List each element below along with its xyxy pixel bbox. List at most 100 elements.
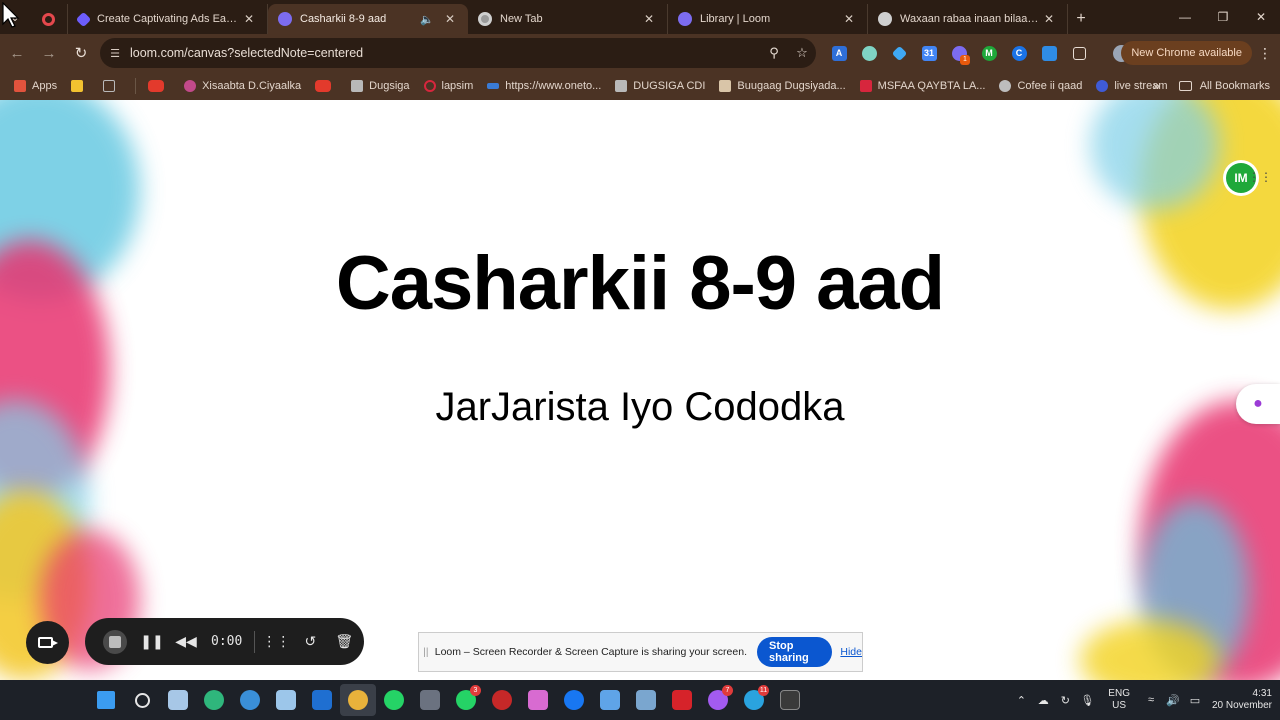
- close-window-icon[interactable]: ✕: [1242, 0, 1280, 34]
- translate-extension-icon[interactable]: A: [824, 38, 854, 68]
- bookmark-dugsiga[interactable]: Dugsiga: [351, 80, 410, 92]
- trash-icon[interactable]: 🗑: [329, 633, 359, 650]
- camera-toggle-button[interactable]: [26, 621, 69, 664]
- close-tab-icon[interactable]: ✕: [641, 12, 657, 26]
- chevron-up-icon[interactable]: ⌃: [1010, 694, 1032, 707]
- chatgpt-favicon-icon: [878, 12, 892, 26]
- puzzle-extensions-icon[interactable]: [1064, 38, 1094, 68]
- rewind-icon[interactable]: ◀◀: [171, 633, 201, 650]
- taskbar-app-whatsapp-2[interactable]: 3: [448, 684, 484, 716]
- minimize-icon[interactable]: —: [1166, 0, 1204, 34]
- close-tab-icon[interactable]: ✕: [241, 12, 257, 26]
- bookmark-dugsiga-cdi[interactable]: DUGSIGA CDI: [615, 80, 705, 92]
- zoom-icon[interactable]: ⚲: [760, 45, 788, 61]
- close-tab-icon[interactable]: ✕: [1041, 12, 1057, 26]
- taskbar-app-whatsapp[interactable]: [376, 684, 412, 716]
- bookmark-cofee[interactable]: Cofee ii qaad: [999, 80, 1082, 92]
- im-extension-icon[interactable]: M: [974, 38, 1004, 68]
- hide-banner-link[interactable]: Hide: [840, 646, 862, 658]
- stop-recording-button[interactable]: [103, 629, 127, 654]
- taskbar-app-terminal[interactable]: [772, 684, 808, 716]
- new-chrome-available-button[interactable]: New Chrome available: [1121, 41, 1252, 65]
- bookmark-oneto[interactable]: https://www.oneto...: [487, 80, 601, 92]
- openai-extension-icon[interactable]: [854, 38, 884, 68]
- drag-handle-icon[interactable]: ⋮⋮: [1248, 170, 1272, 184]
- cloud-icon[interactable]: ☁: [1032, 694, 1054, 707]
- slide-subtitle: JarJarista Iyo Cododka: [435, 385, 845, 429]
- bookmark-label: Apps: [32, 80, 58, 92]
- bookmark-youtube-2[interactable]: [315, 80, 337, 92]
- bookmark-xisaabta[interactable]: Xisaabta D.Ciyaalka: [184, 80, 301, 92]
- bookmark-star-icon[interactable]: ☆: [788, 45, 816, 61]
- gem-extension-icon[interactable]: [884, 38, 914, 68]
- taskbar-app-store[interactable]: [304, 684, 340, 716]
- bookmark-grid[interactable]: [103, 80, 121, 92]
- address-bar[interactable]: ☰ loom.com/canvas?selectedNote=centered …: [100, 38, 816, 68]
- slide-title: Casharkii 8-9 aad: [335, 241, 945, 326]
- battery-icon[interactable]: ▭: [1184, 694, 1206, 707]
- close-tab-icon[interactable]: ✕: [442, 12, 458, 26]
- stop-sharing-button[interactable]: Stop sharing: [757, 637, 833, 667]
- sharing-message: Loom – Screen Recorder & Screen Capture …: [434, 646, 747, 658]
- site-info-icon[interactable]: ☰: [100, 47, 130, 60]
- tab-waxaan[interactable]: Waxaan rabaa inaan bilaabo Ga ✕: [868, 4, 1068, 34]
- more-menu-icon[interactable]: ⋮: [1256, 41, 1274, 65]
- start-button[interactable]: [88, 684, 124, 716]
- drag-grid-icon[interactable]: ⋮⋮: [261, 633, 291, 650]
- language-indicator[interactable]: ENG US: [1108, 688, 1130, 712]
- bookmark-lapsim[interactable]: lapsim: [423, 80, 473, 92]
- close-tab-icon[interactable]: ✕: [841, 12, 857, 26]
- taskbar-app-edge[interactable]: [196, 684, 232, 716]
- taskbar-app-camera[interactable]: [412, 684, 448, 716]
- recording-timer: 0:00: [211, 634, 243, 649]
- reload-icon[interactable]: ↻: [66, 38, 96, 68]
- bookmark-folder-yellow[interactable]: [71, 80, 89, 92]
- tab-create-ads[interactable]: Create Captivating Ads Easily | I ✕: [68, 4, 268, 34]
- loom-extension-icon[interactable]: 1: [944, 38, 974, 68]
- copilot-icon: [528, 690, 548, 710]
- calendar-extension-icon[interactable]: 31: [914, 38, 944, 68]
- taskbar-app-recorder[interactable]: [484, 684, 520, 716]
- taskbar-app-telegram[interactable]: 11: [736, 684, 772, 716]
- bookmark-apps[interactable]: Apps: [14, 80, 57, 92]
- taskbar-app-acrobat[interactable]: [664, 684, 700, 716]
- taskbar-app-copilot[interactable]: [520, 684, 556, 716]
- search-button[interactable]: [124, 684, 160, 716]
- taskbar-app-facebook[interactable]: [556, 684, 592, 716]
- tab-casharkii[interactable]: Casharkii 8-9 aad 🔈 ✕: [268, 4, 468, 34]
- youtube-icon: [148, 80, 165, 92]
- sync-icon[interactable]: ↻: [1054, 694, 1076, 707]
- taskbar-app-notepad[interactable]: [592, 684, 628, 716]
- restore-icon[interactable]: ❐: [1204, 0, 1242, 34]
- taskbar-app-paint[interactable]: [160, 684, 196, 716]
- pause-icon[interactable]: ❚❚: [137, 633, 167, 650]
- drag-grip-icon[interactable]: ||: [419, 647, 433, 658]
- all-bookmarks-button[interactable]: All Bookmarks: [1178, 72, 1270, 100]
- back-icon[interactable]: ←: [2, 38, 32, 68]
- bookmark-buugaag[interactable]: Buugaag Dugsiyada...: [719, 80, 846, 92]
- taskbar-app-world[interactable]: [232, 684, 268, 716]
- clock[interactable]: 4:31 20 November: [1212, 688, 1272, 712]
- bookmark-youtube[interactable]: [148, 80, 170, 92]
- wifi-icon[interactable]: ≈: [1140, 694, 1162, 706]
- speaker-icon[interactable]: 🔈: [420, 13, 434, 26]
- taskbar-app-chart[interactable]: [628, 684, 664, 716]
- sheets-extension-icon[interactable]: [1034, 38, 1064, 68]
- ai-assistant-icon[interactable]: ●: [1236, 384, 1280, 424]
- restart-icon[interactable]: ↺: [295, 633, 325, 650]
- url-text[interactable]: loom.com/canvas?selectedNote=centered: [130, 46, 760, 60]
- refresh-extension-icon[interactable]: C: [1004, 38, 1034, 68]
- camera-icon: [420, 690, 440, 710]
- forward-icon[interactable]: →: [34, 38, 64, 68]
- bookmark-msfaa[interactable]: MSFAA QAYBTA LA...: [859, 80, 985, 92]
- more-bookmarks-icon[interactable]: »: [1153, 78, 1160, 93]
- taskbar-app-messenger[interactable]: 7: [700, 684, 736, 716]
- tab-library-loom[interactable]: Library | Loom ✕: [668, 4, 868, 34]
- tab-new-tab[interactable]: New Tab ✕: [468, 4, 668, 34]
- new-tab-button[interactable]: +: [1068, 4, 1094, 34]
- taskbar-app-chrome[interactable]: [340, 684, 376, 716]
- volume-icon[interactable]: 🔊: [1162, 694, 1184, 707]
- taskbar-app-chat[interactable]: [268, 684, 304, 716]
- tab-recording[interactable]: [30, 4, 68, 34]
- microphone-icon[interactable]: 🎙: [1076, 694, 1098, 707]
